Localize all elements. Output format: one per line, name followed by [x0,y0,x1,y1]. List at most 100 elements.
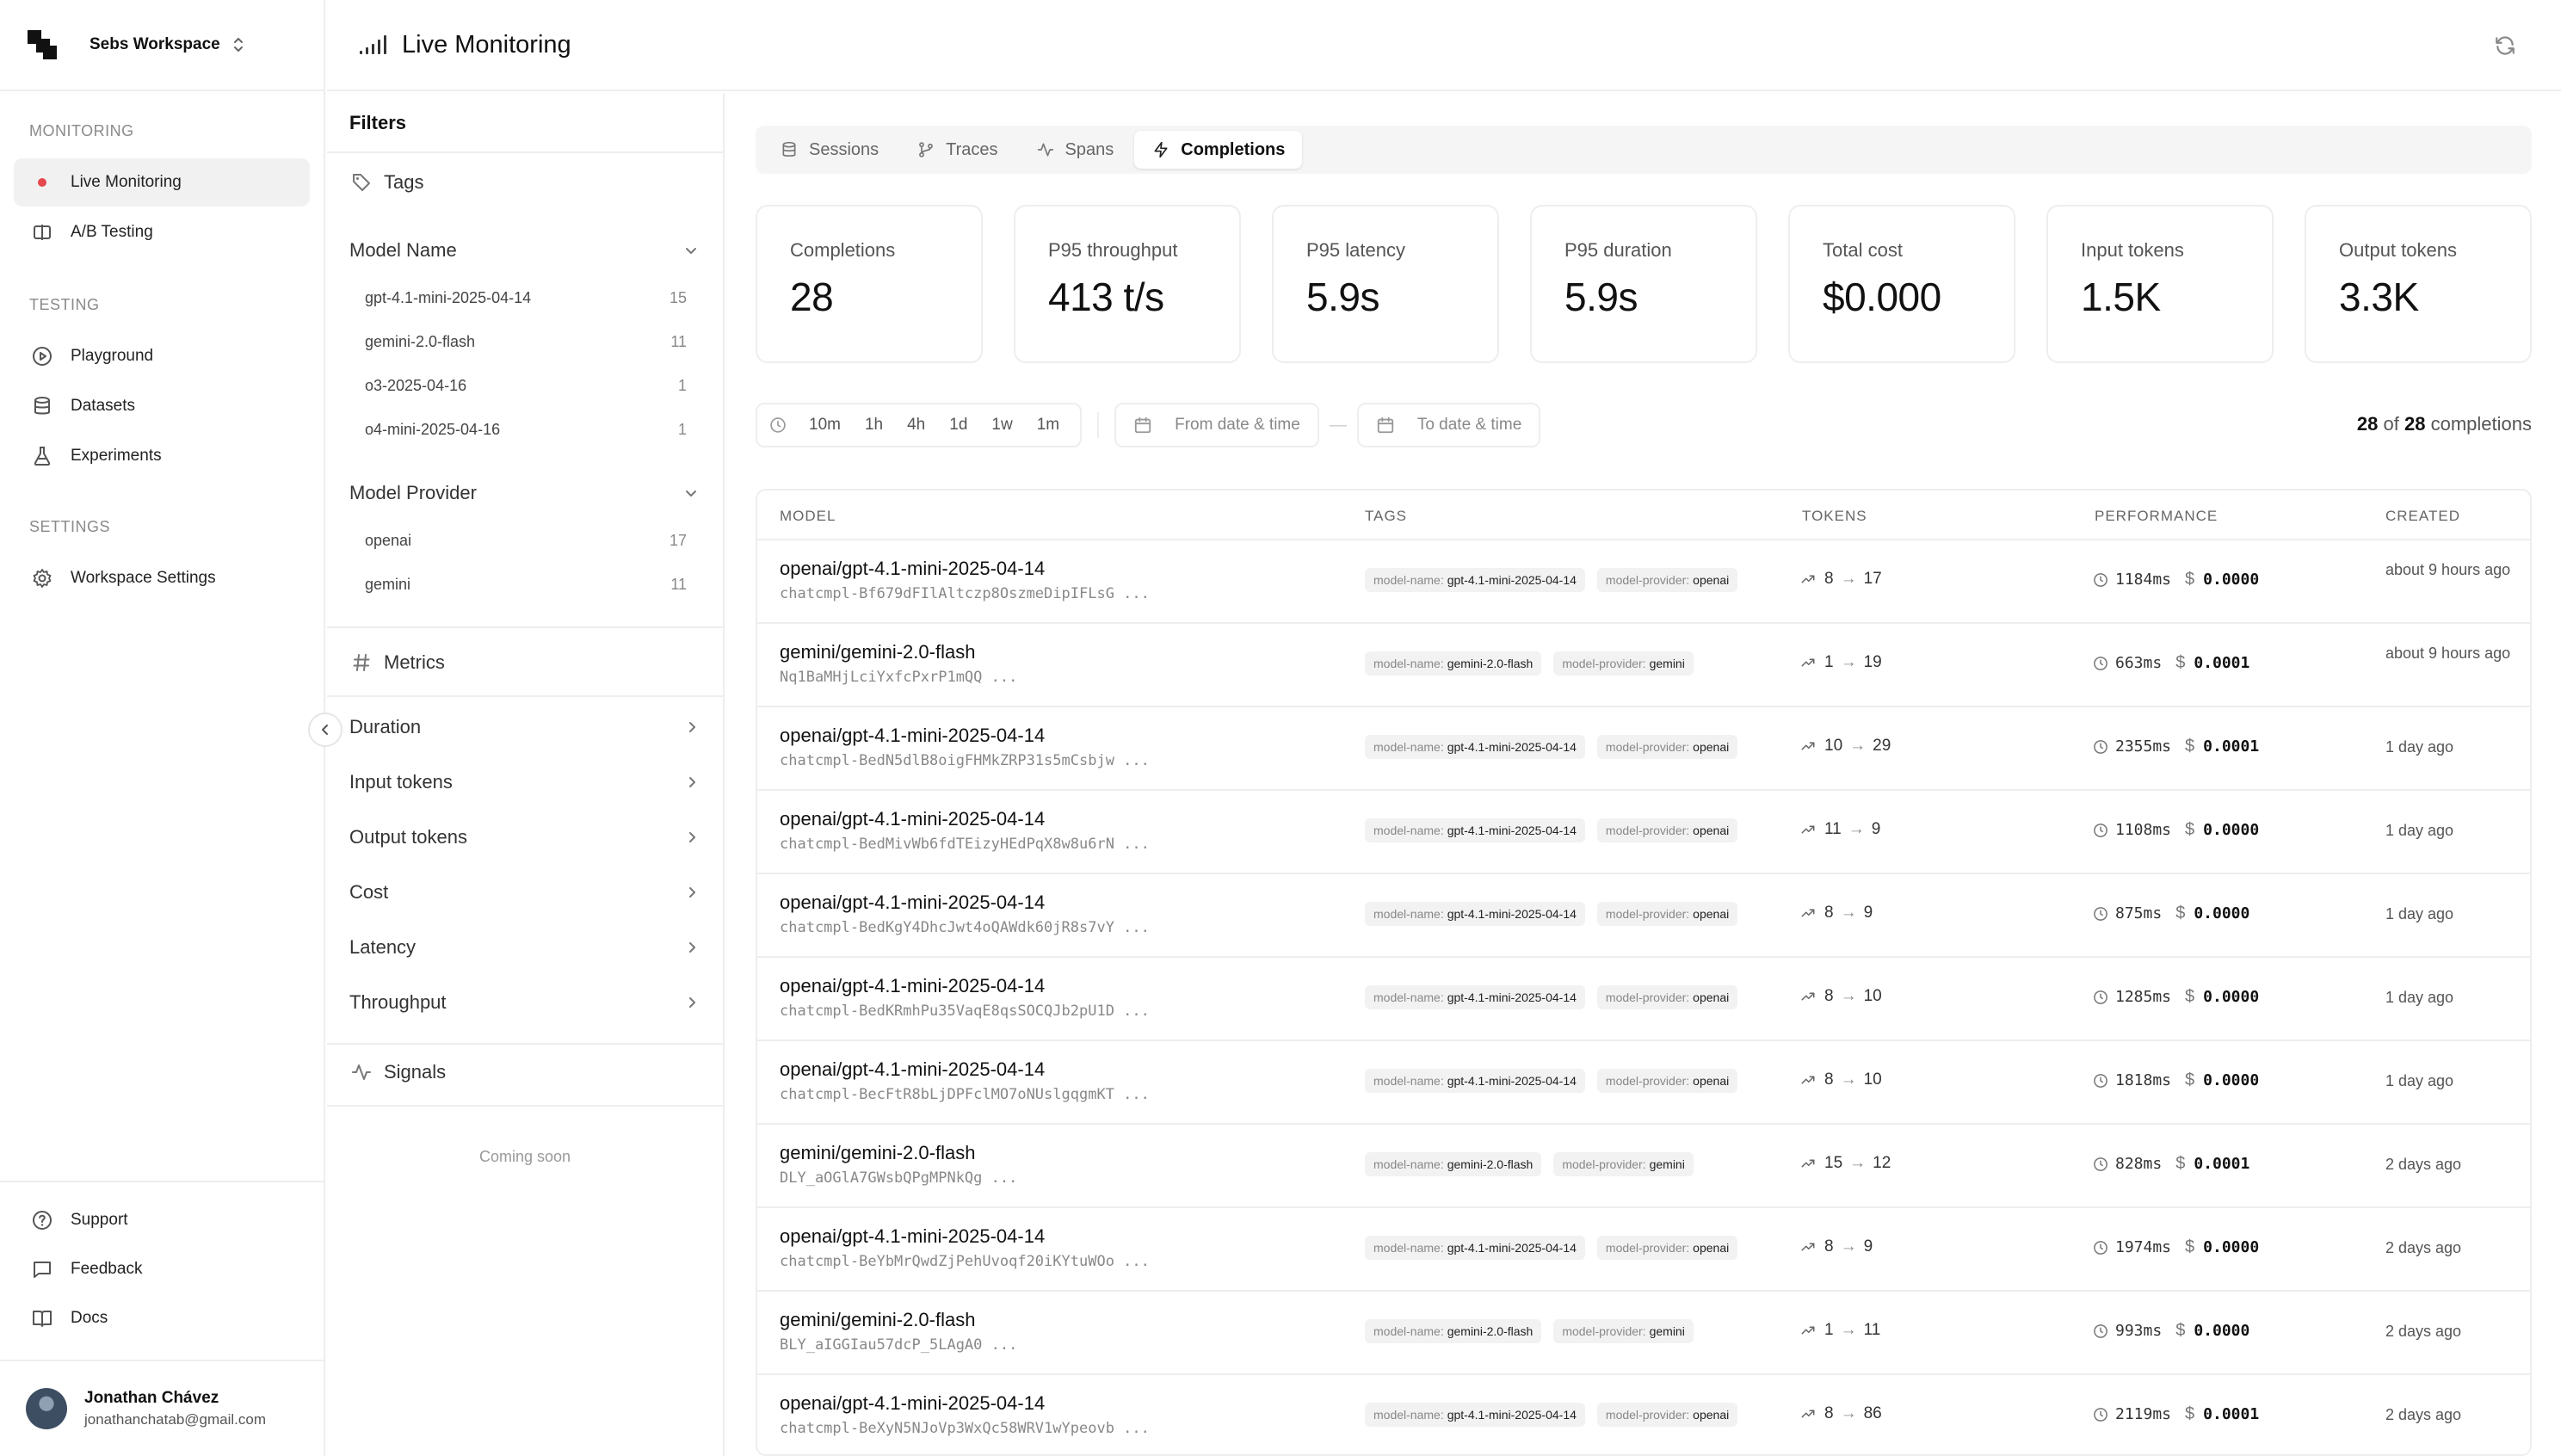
table-row[interactable]: openai/gpt-4.1-mini-2025-04-14 chatcmpl-… [757,958,2530,1041]
time-range-1h[interactable]: 1h [853,408,895,442]
row-completion-id: chatcmpl-BedN5dlB8oigFHMkZRP31s5mCsbjw .… [780,752,1150,769]
tag-model-name[interactable]: model-name: gpt-4.1-mini-2025-04-14 [1365,568,1585,592]
workspace-switcher[interactable]: Sebs Workspace [0,0,325,91]
time-range-1d[interactable]: 1d [937,408,979,442]
arrow-right-icon: → [1840,1070,1857,1089]
from-date-field[interactable]: From date & time [1114,403,1319,447]
stat-card-p95-duration: P95 duration 5.9s [1530,205,1757,363]
sidebar-item-ab-testing[interactable]: A/B Testing [14,208,310,256]
sidebar-item-workspace-settings[interactable]: Workspace Settings [14,554,310,602]
collapse-panel-button[interactable] [308,713,342,747]
tag-model-name[interactable]: model-name: gemini-2.0-flash [1365,1152,1542,1176]
row-duration: 993ms [2115,1322,2163,1340]
tag-key: model-name: [1373,1074,1444,1088]
tag-model-provider[interactable]: model-provider: openai [1596,735,1738,759]
metric-filter-label: Input tokens [349,771,453,793]
tag-model-name[interactable]: model-name: gpt-4.1-mini-2025-04-14 [1365,818,1585,842]
sidebar-item-playground[interactable]: Playground [14,332,310,380]
tag-model-name[interactable]: model-name: gpt-4.1-mini-2025-04-14 [1365,1069,1585,1093]
filter-option[interactable]: gpt-4.1-mini-2025-04-14 15 [365,289,687,307]
filter-option[interactable]: o3-2025-04-16 1 [365,377,687,395]
time-range-1m[interactable]: 1m [1025,408,1071,442]
to-date-field[interactable]: To date & time [1356,403,1541,447]
filter-tags-header[interactable]: Tags [349,170,423,194]
tag-model-name[interactable]: model-name: gpt-4.1-mini-2025-04-14 [1365,735,1585,759]
stat-card-p95-latency: P95 latency 5.9s [1272,205,1499,363]
refresh-button[interactable] [2490,31,2520,60]
tag-model-name[interactable]: model-name: gemini-2.0-flash [1365,1319,1542,1343]
tab-completions[interactable]: Completions [1134,131,1303,169]
table-row[interactable]: openai/gpt-4.1-mini-2025-04-14 chatcmpl-… [757,791,2530,874]
tag-model-provider[interactable]: model-provider: openai [1596,1403,1738,1427]
tag-model-provider[interactable]: model-provider: gemini [1553,651,1694,676]
results-shown: 28 [2356,413,2379,435]
tag-model-provider[interactable]: model-provider: gemini [1553,1152,1694,1176]
split-icon [31,221,53,244]
stat-label: Output tokens [2339,239,2457,261]
tag-model-provider[interactable]: model-provider: openai [1596,1069,1738,1093]
tag-model-provider[interactable]: model-provider: openai [1596,818,1738,842]
tag-model-name[interactable]: model-name: gpt-4.1-mini-2025-04-14 [1365,985,1585,1009]
tag-model-provider[interactable]: model-provider: gemini [1553,1319,1694,1343]
table-row[interactable]: openai/gpt-4.1-mini-2025-04-14 chatcmpl-… [757,1208,2530,1292]
tokens-out: 9 [1871,820,1881,838]
sidebar-item-feedback[interactable]: Feedback [14,1245,310,1293]
tag-value: gpt-4.1-mini-2025-04-14 [1447,1241,1577,1255]
table-row[interactable]: gemini/gemini-2.0-flash BLY_aIGGIau57dcP… [757,1292,2530,1375]
metric-filter-latency[interactable]: Latency [349,936,699,959]
metric-filter-throughput[interactable]: Throughput [349,991,699,1014]
time-range-10m[interactable]: 10m [797,408,853,442]
row-cost: 0.0001 [2203,737,2260,756]
tag-model-provider[interactable]: model-provider: openai [1596,902,1738,926]
tag-model-name[interactable]: model-name: gpt-4.1-mini-2025-04-14 [1365,902,1585,926]
time-range-1w[interactable]: 1w [979,408,1024,442]
tag-key: model-provider: [1605,990,1690,1004]
metric-filter-input-tokens[interactable]: Input tokens [349,771,699,793]
tag-key: model-name: [1373,1241,1444,1255]
trending-up-icon [1800,905,1816,921]
filter-group-model-name[interactable]: Model Name [349,239,699,262]
user-name: Jonathan Chávez [84,1389,219,1407]
time-range-4h[interactable]: 4h [895,408,937,442]
filter-option[interactable]: gemini 11 [365,576,687,594]
tag-key: model-provider: [1605,824,1690,837]
tag-key: model-name: [1373,1324,1444,1338]
dollar-icon: $ [2175,904,2186,922]
filter-option[interactable]: openai 17 [365,532,687,550]
tag-model-name[interactable]: model-name: gpt-4.1-mini-2025-04-14 [1365,1236,1585,1260]
table-row[interactable]: openai/gpt-4.1-mini-2025-04-14 chatcmpl-… [757,1375,2530,1454]
sidebar-item-docs[interactable]: Docs [14,1294,310,1342]
tab-spans[interactable]: Spans [1019,131,1132,169]
sidebar-item-datasets[interactable]: Datasets [14,382,310,430]
tag-model-name[interactable]: model-name: gemini-2.0-flash [1365,651,1542,676]
table-row[interactable]: gemini/gemini-2.0-flash DLY_aOGlA7GWsbQP… [757,1125,2530,1208]
page-title: Live Monitoring [402,30,571,59]
metric-filter-duration[interactable]: Duration [349,716,699,738]
filter-option[interactable]: o4-mini-2025-04-16 1 [365,421,687,439]
tag-model-provider[interactable]: model-provider: openai [1596,985,1738,1009]
metric-filter-label: Duration [349,716,422,737]
sidebar-item-experiments[interactable]: Experiments [14,432,310,480]
tab-sessions[interactable]: Sessions [762,131,896,169]
row-completion-id: chatcmpl-Bf679dFIlAltczp8OszmeDipIFLsG .… [780,585,1150,602]
sidebar-item-support[interactable]: Support [14,1196,310,1244]
table-row[interactable]: openai/gpt-4.1-mini-2025-04-14 chatcmpl-… [757,707,2530,791]
filter-option[interactable]: gemini-2.0-flash 11 [365,333,687,351]
divider [327,1105,723,1107]
table-row[interactable]: openai/gpt-4.1-mini-2025-04-14 chatcmpl-… [757,540,2530,624]
tag-model-provider[interactable]: model-provider: openai [1596,1236,1738,1260]
tag-model-name[interactable]: model-name: gpt-4.1-mini-2025-04-14 [1365,1403,1585,1427]
sidebar-item-live-monitoring[interactable]: Live Monitoring [14,158,310,207]
metric-filter-output-tokens[interactable]: Output tokens [349,826,699,848]
table-row[interactable]: openai/gpt-4.1-mini-2025-04-14 chatcmpl-… [757,874,2530,958]
stat-value: 3.3K [2339,275,2419,319]
stat-value: 5.9s [1564,275,1638,319]
tag-model-provider[interactable]: model-provider: openai [1596,568,1738,592]
filter-group-model-provider[interactable]: Model Provider [349,482,699,504]
table-row[interactable]: openai/gpt-4.1-mini-2025-04-14 chatcmpl-… [757,1041,2530,1125]
metric-filter-cost[interactable]: Cost [349,881,699,904]
row-tokens: 8 → 10 [1800,1070,1882,1089]
table-row[interactable]: gemini/gemini-2.0-flash Nq1BaMHjLciYxfcP… [757,624,2530,707]
user-profile[interactable]: Jonathan Chávez jonathanchatab@gmail.com [0,1360,325,1456]
tab-traces[interactable]: Traces [899,131,1015,169]
